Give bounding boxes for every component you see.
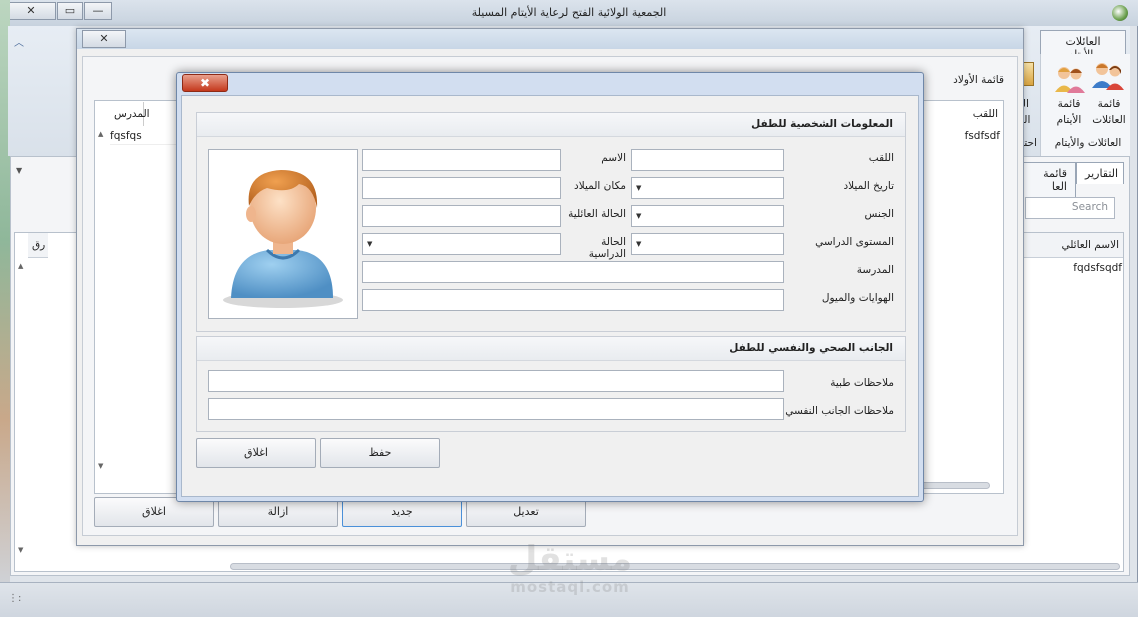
save-button[interactable]: حفظ	[320, 438, 440, 468]
col-lastname[interactable]: اللقب	[920, 102, 1002, 126]
personal-info-header: المعلومات الشخصية للطفل	[197, 113, 905, 137]
col-family-name[interactable]: الاسم العائلي	[1024, 233, 1123, 258]
scroll-down-arrow-icon[interactable]: ▼	[18, 546, 23, 554]
window-close-button[interactable]: ✕	[6, 2, 56, 20]
study-status-select[interactable]: ▼	[362, 233, 561, 255]
watermark-latin: mostaql.com	[510, 578, 630, 596]
window-minimize-button[interactable]: —	[84, 2, 112, 20]
chevron-down-icon: ▼	[636, 240, 642, 248]
study-level-select[interactable]: ▼	[631, 233, 784, 255]
hobbies-field[interactable]	[362, 289, 784, 311]
child-avatar-icon	[223, 170, 343, 308]
children-window-title: قائمة الأولاد	[953, 74, 1004, 86]
study-level-label: المستوى الدراسي	[815, 236, 894, 248]
search-input[interactable]: Search	[1025, 197, 1115, 219]
child-form-titlebar	[177, 73, 923, 95]
children-window-titlebar	[77, 29, 1023, 49]
grid-row-family-name[interactable]: fqdsfsqdf	[1024, 262, 1122, 274]
birth-place-label: مكان الميلاد	[574, 180, 626, 192]
lastname-field[interactable]	[631, 149, 784, 171]
watermark-arabic: مستقل	[507, 539, 633, 579]
medical-notes-label: ملاحظات طبية	[830, 377, 894, 389]
children-grid-row[interactable]	[110, 123, 178, 145]
app-title: الجمعية الولائية الفتح لرعاية الأيتام ال…	[471, 6, 667, 19]
app-logo-icon	[1112, 5, 1128, 21]
firstname-label: الاسم	[601, 152, 626, 164]
child-form-dialog: ✖ المعلومات الشخصية للطفل اللقب الاسم تا…	[176, 72, 924, 502]
child-form-close-button[interactable]: ✖	[182, 74, 228, 92]
health-header: الجانب الصحي والنفسي للطفل	[197, 337, 905, 361]
close-form-button[interactable]: اغلاق	[196, 438, 316, 468]
tab-families-list[interactable]: قائمة العا	[1020, 162, 1076, 197]
chevron-down-icon: ▼	[367, 240, 373, 248]
watermark: مستقل mostaql.com	[490, 540, 650, 596]
gender-select[interactable]: ▼	[631, 205, 784, 227]
tab-reports[interactable]: التقارير	[1076, 162, 1124, 184]
birth-place-field[interactable]	[362, 177, 561, 199]
school-label: المدرسة	[856, 264, 894, 276]
ribbon-collapse-chevron-icon[interactable]: ︿	[14, 34, 24, 49]
medical-notes-field[interactable]	[208, 370, 784, 392]
dropdown-arrow-icon[interactable]: ▼	[16, 166, 22, 175]
col-number[interactable]: رق	[28, 233, 48, 258]
sort-arrow-icon: ▲	[98, 130, 104, 138]
study-status-label: الحالة الدراسية	[588, 236, 626, 260]
family-status-label: الحالة العائلية	[568, 208, 626, 220]
ribbon-orphans-list-button[interactable]: قائمة الأيتام	[1050, 96, 1088, 128]
chevron-down-icon: ▼	[636, 212, 642, 220]
psych-notes-field[interactable]	[208, 398, 784, 420]
ribbon-group-label: العائلات والأيتام	[1054, 137, 1122, 149]
child-photo-box[interactable]	[208, 149, 358, 319]
birth-date-label: تاريخ الميلاد	[843, 180, 894, 192]
birth-date-picker[interactable]: ▼	[631, 177, 784, 199]
lastname-label: اللقب	[868, 152, 894, 164]
school-field[interactable]	[362, 261, 784, 283]
hobbies-label: الهوايات والميول	[821, 292, 894, 304]
ribbon-families-list-button[interactable]: قائمة العائلات	[1090, 96, 1128, 128]
chevron-down-icon: ▼	[636, 184, 642, 192]
window-restore-button[interactable]: ▭	[57, 2, 83, 20]
scroll-up-arrow-icon[interactable]: ▲	[18, 262, 23, 270]
resize-grip-icon: ⋮:	[8, 593, 22, 604]
family-status-field[interactable]	[362, 205, 561, 227]
row-lastname-cell[interactable]: fsdfsdf	[930, 130, 1000, 142]
firstname-field[interactable]	[362, 149, 561, 171]
psych-notes-label: ملاحظات الجانب النفسي	[785, 405, 894, 417]
children-window-close-button[interactable]: ✕	[82, 30, 126, 48]
child-form-body: المعلومات الشخصية للطفل اللقب الاسم تاري…	[181, 95, 919, 497]
orphans-icon	[1052, 62, 1088, 94]
gender-label: الجنس	[864, 208, 894, 220]
families-icon	[1090, 60, 1126, 92]
children-scroll-down-icon[interactable]: ▼	[98, 462, 103, 470]
